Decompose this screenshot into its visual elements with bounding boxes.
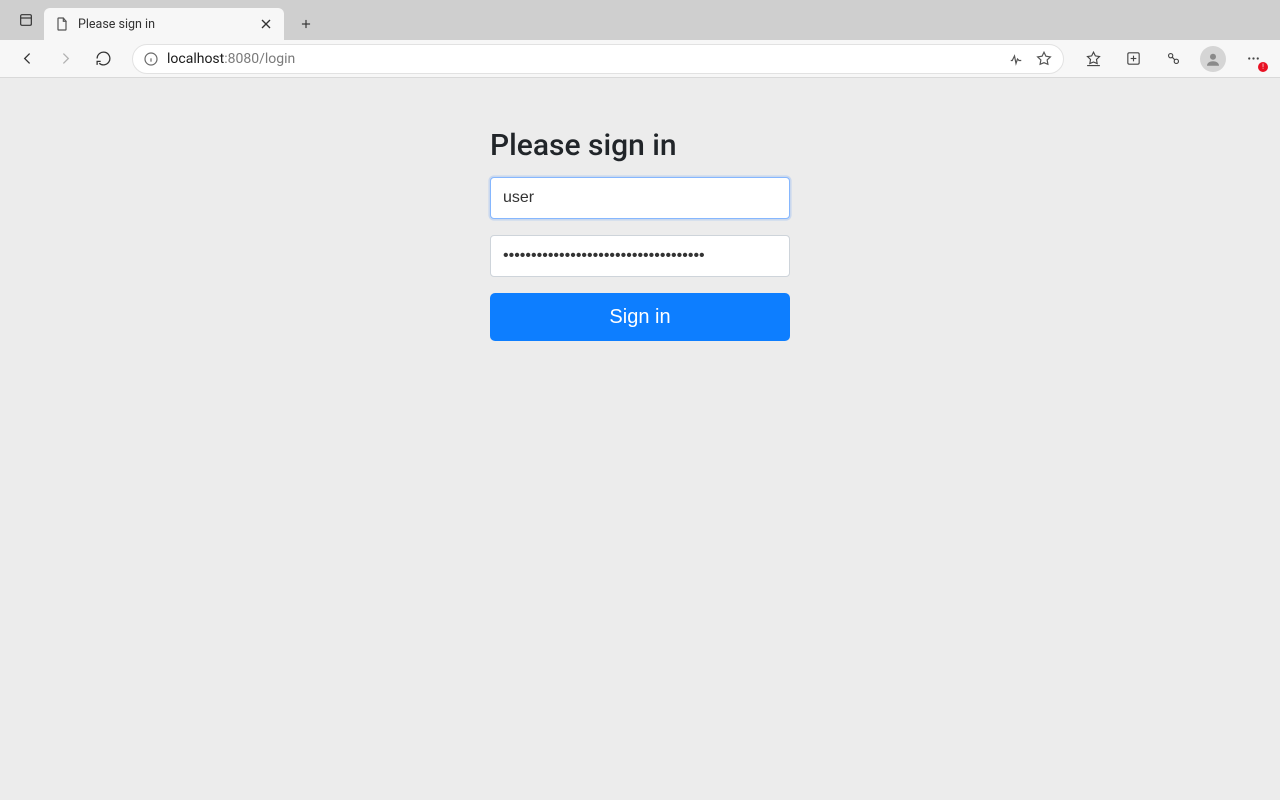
url-host: localhost	[167, 51, 224, 67]
signin-button[interactable]: Sign in	[490, 293, 790, 341]
login-heading: Please sign in	[490, 128, 790, 163]
refresh-button[interactable]	[86, 44, 120, 74]
url-text: localhost :8080/login	[167, 51, 999, 67]
close-tab-icon[interactable]	[258, 16, 274, 32]
address-bar[interactable]: localhost :8080/login	[132, 44, 1064, 74]
page-icon	[54, 16, 70, 32]
collections-button[interactable]	[1116, 44, 1150, 74]
password-input[interactable]	[490, 235, 790, 277]
forward-button	[48, 44, 82, 74]
favorites-button[interactable]	[1076, 44, 1110, 74]
page-content: Please sign in Sign in	[0, 78, 1280, 800]
tab-manager-button[interactable]	[8, 4, 44, 36]
avatar-icon	[1200, 46, 1226, 72]
read-aloud-icon[interactable]	[1007, 50, 1025, 68]
browser-tab-strip: Please sign in	[0, 0, 1280, 40]
more-menu-button[interactable]: !	[1236, 44, 1270, 74]
profile-button[interactable]	[1196, 44, 1230, 74]
browser-toolbar: localhost :8080/login	[0, 40, 1280, 78]
extensions-button[interactable]	[1156, 44, 1190, 74]
site-info-icon[interactable]	[143, 51, 159, 67]
username-input[interactable]	[490, 177, 790, 219]
notification-badge: !	[1258, 62, 1268, 72]
url-path: :8080/login	[224, 51, 295, 67]
tab-title: Please sign in	[78, 17, 250, 32]
login-form: Please sign in Sign in	[490, 128, 790, 341]
favorite-star-icon[interactable]	[1035, 50, 1053, 68]
browser-tab-active[interactable]: Please sign in	[44, 8, 284, 40]
new-tab-button[interactable]	[292, 10, 320, 38]
back-button[interactable]	[10, 44, 44, 74]
